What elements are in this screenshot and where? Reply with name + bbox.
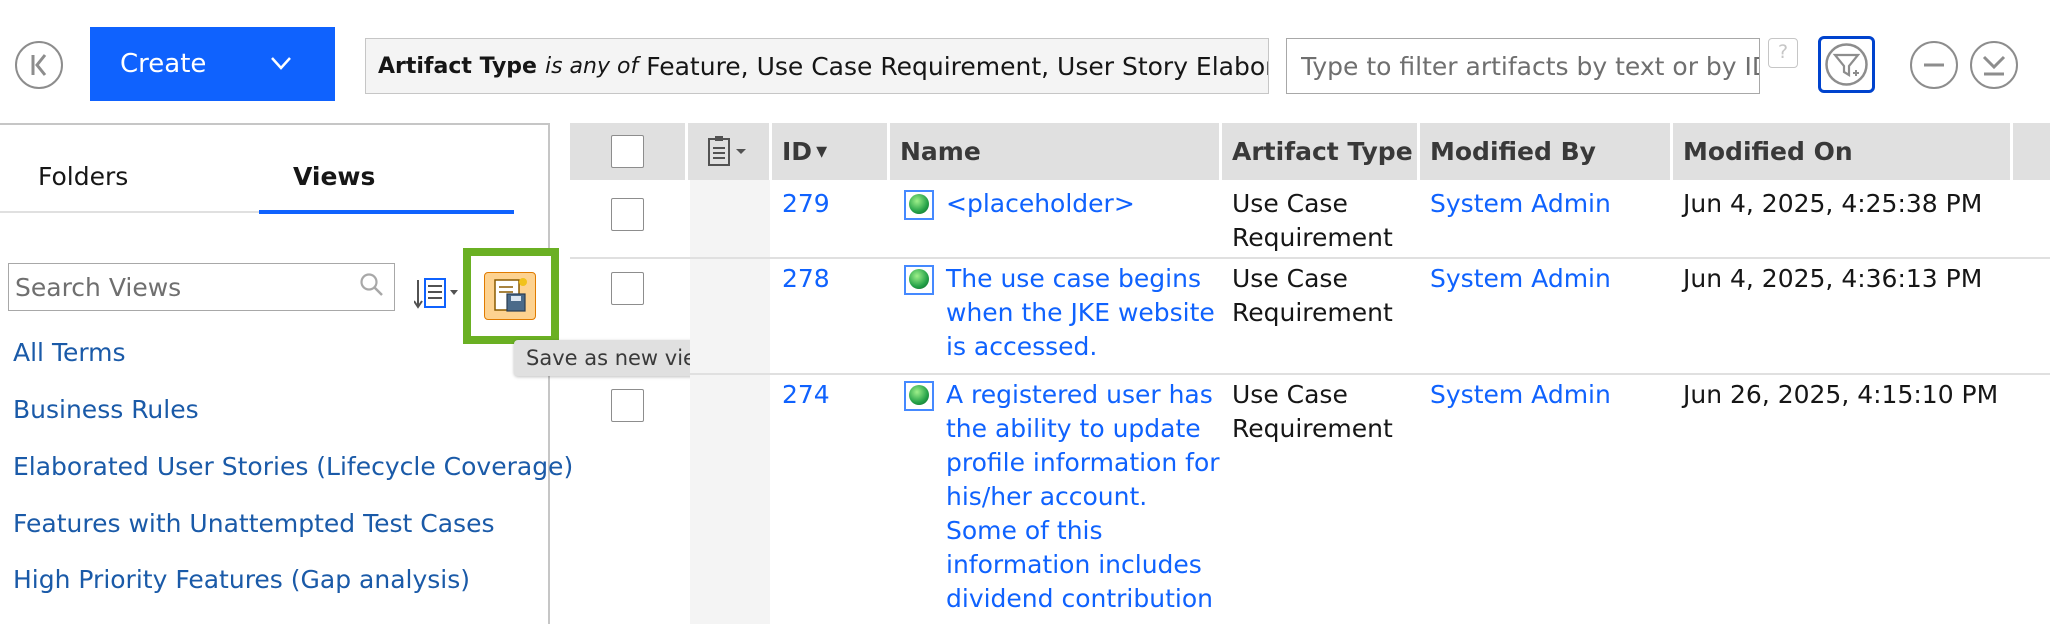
- chevron-down-icon: [271, 57, 291, 70]
- create-button[interactable]: Create: [90, 27, 335, 101]
- collapse-left-icon: [31, 54, 47, 76]
- artifact-name-link[interactable]: The use case begins when the JKE website…: [946, 262, 1215, 364]
- artifact-type-cell: Use Case Requirement: [1232, 378, 1393, 446]
- view-link[interactable]: Features with Unattempted Test Cases: [13, 509, 494, 538]
- search-views-input[interactable]: [8, 263, 395, 311]
- select-all-checkbox[interactable]: [611, 135, 644, 168]
- filter-operator: is any of: [544, 53, 639, 79]
- column-header-name[interactable]: Name: [890, 123, 1222, 180]
- artifact-id-link[interactable]: 279: [782, 187, 830, 221]
- expand-all-button[interactable]: [1970, 41, 2018, 89]
- artifact-requirement-icon: [904, 190, 934, 220]
- type-line: Requirement: [1232, 223, 1393, 252]
- filter-button[interactable]: [1818, 36, 1875, 93]
- name-line: profile information for: [946, 448, 1220, 477]
- artifact-id-link[interactable]: 274: [782, 378, 830, 412]
- name-line: Some of this: [946, 516, 1103, 545]
- collapse-panel-button[interactable]: [15, 41, 63, 89]
- name-line: information includes: [946, 550, 1202, 579]
- type-line: Requirement: [1232, 298, 1393, 327]
- row-divider: [570, 373, 2050, 375]
- modified-by-link[interactable]: System Admin: [1430, 378, 1611, 412]
- search-icon[interactable]: [358, 271, 386, 299]
- artifact-name-link[interactable]: A registered user has the ability to upd…: [946, 378, 1220, 616]
- name-line: The use case begins: [946, 264, 1201, 293]
- artifact-type-cell: Use Case Requirement: [1232, 262, 1393, 330]
- column-header-modified-by[interactable]: Modified By: [1420, 123, 1673, 180]
- filter-values: Feature, Use Case Requirement, User Stor…: [646, 51, 1268, 81]
- artifact-requirement-icon: [904, 265, 934, 295]
- column-header-modified-on[interactable]: Modified On: [1673, 123, 2013, 180]
- select-all-header: [570, 123, 688, 180]
- column-header-modified-on-label: Modified On: [1683, 137, 1853, 166]
- tab-active-indicator: [259, 210, 514, 214]
- artifact-name-link[interactable]: <placeholder>: [946, 187, 1135, 221]
- tab-folders[interactable]: Folders: [38, 162, 128, 191]
- artifact-id-link[interactable]: 278: [782, 262, 830, 296]
- column-header-artifact-type[interactable]: Artifact Type: [1222, 123, 1420, 180]
- save-view-icon: [494, 278, 527, 312]
- tab-views[interactable]: Views: [293, 162, 375, 191]
- column-header-name-label: Name: [900, 137, 981, 166]
- name-line: <placeholder>: [946, 189, 1135, 218]
- left-panel: [0, 123, 550, 624]
- artifact-type-cell: Use Case Requirement: [1232, 187, 1393, 255]
- view-link[interactable]: All Terms: [13, 338, 126, 367]
- column-header-id-label: ID: [782, 137, 813, 166]
- artifact-type-filter-chip[interactable]: Artifact Type is any of Feature, Use Cas…: [365, 38, 1269, 94]
- column-header-artifact-type-label: Artifact Type: [1232, 137, 1413, 166]
- modified-on-cell: Jun 4, 2025, 4:25:38 PM: [1683, 189, 1983, 218]
- name-line: dividend contribution: [946, 584, 1213, 613]
- row-divider: [570, 257, 2050, 259]
- row-checkbox[interactable]: [611, 389, 644, 422]
- view-link[interactable]: High Priority Features (Gap analysis): [13, 565, 470, 594]
- column-header-modified-by-label: Modified By: [1430, 137, 1596, 166]
- help-icon[interactable]: ?: [1768, 38, 1798, 68]
- modified-by-link[interactable]: System Admin: [1430, 262, 1611, 296]
- column-config-icon: [707, 135, 746, 166]
- modified-by-link[interactable]: System Admin: [1430, 187, 1611, 221]
- create-label: Create: [120, 49, 207, 79]
- sort-descending-icon: ▾: [816, 139, 828, 164]
- name-line: when the JKE website: [946, 298, 1215, 327]
- row-checkbox[interactable]: [611, 198, 644, 231]
- artifact-requirement-icon: [904, 381, 934, 411]
- modified-on-cell: Jun 26, 2025, 4:15:10 PM: [1683, 380, 1999, 409]
- name-line: is accessed.: [946, 332, 1098, 361]
- name-line: his/her account.: [946, 482, 1148, 511]
- type-line: Use Case: [1232, 264, 1348, 293]
- sort-list-icon[interactable]: [414, 276, 462, 312]
- minus-circle-icon: [1924, 63, 1944, 67]
- type-line: Use Case: [1232, 189, 1348, 218]
- name-line: the ability to update: [946, 414, 1201, 443]
- artifact-filter-input[interactable]: [1286, 38, 1760, 94]
- view-link[interactable]: Business Rules: [13, 395, 199, 424]
- row-action-column: [690, 180, 770, 624]
- modified-on-cell: Jun 4, 2025, 4:36:13 PM: [1683, 264, 1983, 293]
- type-line: Requirement: [1232, 414, 1393, 443]
- save-as-new-view-button[interactable]: [484, 272, 536, 320]
- column-header-id[interactable]: ID ▾: [772, 123, 890, 180]
- row-checkbox[interactable]: [611, 272, 644, 305]
- view-link[interactable]: Elaborated User Stories (Lifecycle Cover…: [13, 452, 573, 481]
- type-line: Use Case: [1232, 380, 1348, 409]
- filter-funnel-icon: [1825, 43, 1868, 86]
- filter-field: Artifact Type: [378, 53, 537, 79]
- column-config-header[interactable]: [688, 123, 772, 180]
- collapse-all-button[interactable]: [1910, 41, 1958, 89]
- name-line: A registered user has: [946, 380, 1213, 409]
- chevron-down-circle-icon: [1982, 55, 2006, 76]
